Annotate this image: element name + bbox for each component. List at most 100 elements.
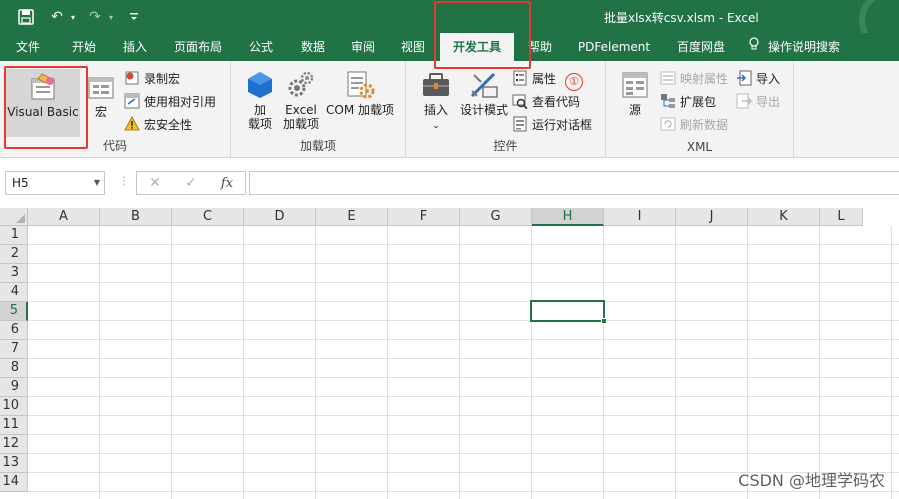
- formula-buttons: ✕ ✓ fx: [136, 171, 246, 195]
- watermark: CSDN @地理学码农: [738, 471, 885, 490]
- insert-control-label: 插入: [423, 103, 448, 117]
- tab-baidu-netdisk[interactable]: 百度网盘: [664, 33, 738, 61]
- annotation-marker-1: ①: [565, 73, 583, 91]
- properties-button[interactable]: 属性: [512, 68, 556, 88]
- annotation-box-developer-tab: [434, 1, 531, 69]
- active-cell-h5[interactable]: [530, 300, 607, 324]
- warning-icon: [124, 116, 140, 131]
- tab-view[interactable]: 视图: [390, 33, 436, 61]
- map-properties-icon: [660, 71, 676, 85]
- column-header-c[interactable]: C: [172, 208, 244, 226]
- toolbox-icon: [423, 73, 449, 96]
- expansion-packs-button[interactable]: 扩展包: [660, 91, 716, 111]
- redo-dropdown-icon[interactable]: ▾: [106, 7, 116, 27]
- record-macro-icon: [125, 71, 139, 85]
- addins-icon: [248, 72, 272, 98]
- cancel-icon[interactable]: ✕: [137, 175, 173, 191]
- excel-addins-button[interactable]: Excel 加载项: [281, 71, 321, 131]
- tab-data[interactable]: 数据: [290, 33, 336, 61]
- column-header-k[interactable]: K: [748, 208, 820, 226]
- undo-dropdown-icon[interactable]: ▾: [68, 7, 78, 27]
- save-icon[interactable]: [16, 7, 36, 27]
- view-code-button[interactable]: 查看代码: [512, 91, 580, 111]
- column-header-j[interactable]: J: [676, 208, 748, 226]
- ribbon-developer: Visual Basic 宏 录制宏 使用相对引用 宏安全性 代码 加 载项 E…: [0, 61, 899, 158]
- com-addins-button[interactable]: COM 加载项: [323, 71, 397, 117]
- record-macro-button[interactable]: 录制宏: [124, 68, 180, 88]
- column-header-h[interactable]: H: [532, 208, 604, 226]
- column-header-f[interactable]: F: [388, 208, 460, 226]
- refresh-data-button[interactable]: 刷新数据: [660, 114, 728, 134]
- column-header-i[interactable]: I: [604, 208, 676, 226]
- worksheet-grid: A B C D E F G H I J K L 1 2 3 4 5 6 7 8 …: [0, 208, 899, 499]
- row-header-13[interactable]: 13: [0, 454, 28, 473]
- formula-bar-splitter[interactable]: ⋮: [119, 176, 129, 187]
- name-box-dropdown-icon[interactable]: ▼: [94, 172, 100, 194]
- tab-page-layout[interactable]: 页面布局: [166, 33, 230, 61]
- column-header-d[interactable]: D: [244, 208, 316, 226]
- insert-control-button[interactable]: 插入 ⌄: [418, 71, 454, 133]
- macro-security-button[interactable]: 宏安全性: [124, 114, 192, 134]
- formula-input[interactable]: [249, 171, 899, 195]
- tab-insert[interactable]: 插入: [112, 33, 158, 61]
- xml-import-button[interactable]: 导入: [736, 68, 780, 88]
- row-header-8[interactable]: 8: [0, 359, 28, 378]
- run-dialog-button[interactable]: 运行对话框: [512, 114, 592, 134]
- column-header-g[interactable]: G: [460, 208, 532, 226]
- row-header-3[interactable]: 3: [0, 264, 28, 283]
- macros-button[interactable]: 宏: [84, 75, 118, 137]
- view-code-icon: [512, 94, 528, 109]
- name-box[interactable]: H5 ▼: [5, 171, 105, 195]
- column-header-b[interactable]: B: [100, 208, 172, 226]
- column-header-a[interactable]: A: [28, 208, 100, 226]
- column-header-e[interactable]: E: [316, 208, 388, 226]
- row-header-7[interactable]: 7: [0, 340, 28, 359]
- fill-handle[interactable]: [601, 318, 607, 324]
- addins-button[interactable]: 加 载项: [243, 71, 277, 131]
- import-icon: [737, 70, 752, 86]
- tab-pdfelement[interactable]: PDFelement: [572, 33, 656, 61]
- xml-source-button[interactable]: 源: [618, 71, 652, 117]
- design-mode-label: 设计模式: [459, 103, 508, 117]
- row-header-10[interactable]: 10: [0, 397, 28, 416]
- insert-dropdown-icon: ⌄: [432, 121, 440, 131]
- design-mode-button[interactable]: 设计模式: [456, 71, 512, 117]
- map-properties-button[interactable]: 映射属性: [660, 68, 728, 88]
- row-header-12[interactable]: 12: [0, 435, 28, 454]
- enter-icon[interactable]: ✓: [173, 175, 209, 191]
- map-properties-label: 映射属性: [680, 71, 729, 86]
- row-header-1[interactable]: 1: [0, 226, 28, 245]
- row-header-2[interactable]: 2: [0, 245, 28, 264]
- xml-import-label: 导入: [756, 71, 781, 86]
- customize-quick-access-icon[interactable]: [128, 7, 140, 27]
- tell-me-search[interactable]: 操作说明搜索: [748, 33, 858, 61]
- row-header-9[interactable]: 9: [0, 378, 28, 397]
- row-header-4[interactable]: 4: [0, 283, 28, 302]
- tab-file[interactable]: 文件: [6, 33, 50, 61]
- tab-formulas[interactable]: 公式: [238, 33, 284, 61]
- cell-area[interactable]: [28, 226, 899, 499]
- row-header-14[interactable]: 14: [0, 473, 28, 492]
- tab-review[interactable]: 审阅: [340, 33, 386, 61]
- redo-icon[interactable]: ↷: [86, 7, 104, 27]
- select-all-button[interactable]: [0, 208, 28, 226]
- column-header-l[interactable]: L: [820, 208, 863, 226]
- column-headers: A B C D E F G H I J K L: [28, 208, 863, 226]
- relative-reference-label: 使用相对引用: [144, 94, 217, 109]
- row-header-11[interactable]: 11: [0, 416, 28, 435]
- xml-export-label: 导出: [756, 94, 781, 109]
- row-headers: 1 2 3 4 5 6 7 8 9 10 11 12 13 14: [0, 226, 28, 492]
- refresh-data-label: 刷新数据: [680, 117, 729, 132]
- gears-icon: [288, 71, 314, 97]
- tab-home[interactable]: 开始: [60, 33, 108, 61]
- properties-label: 属性: [532, 71, 557, 86]
- undo-icon[interactable]: ↶: [48, 7, 66, 27]
- row-header-5[interactable]: 5: [0, 302, 28, 321]
- formula-bar: H5 ▼ ⋮ ✕ ✓ fx: [0, 158, 899, 208]
- insert-function-icon[interactable]: fx: [209, 176, 245, 191]
- relative-reference-button[interactable]: 使用相对引用: [124, 91, 216, 111]
- addins-label-line1: 加: [253, 103, 266, 117]
- group-xml: 源 映射属性 扩展包 刷新数据 导入 导出 XML: [606, 61, 794, 158]
- row-header-6[interactable]: 6: [0, 321, 28, 340]
- xml-export-button[interactable]: 导出: [736, 91, 780, 111]
